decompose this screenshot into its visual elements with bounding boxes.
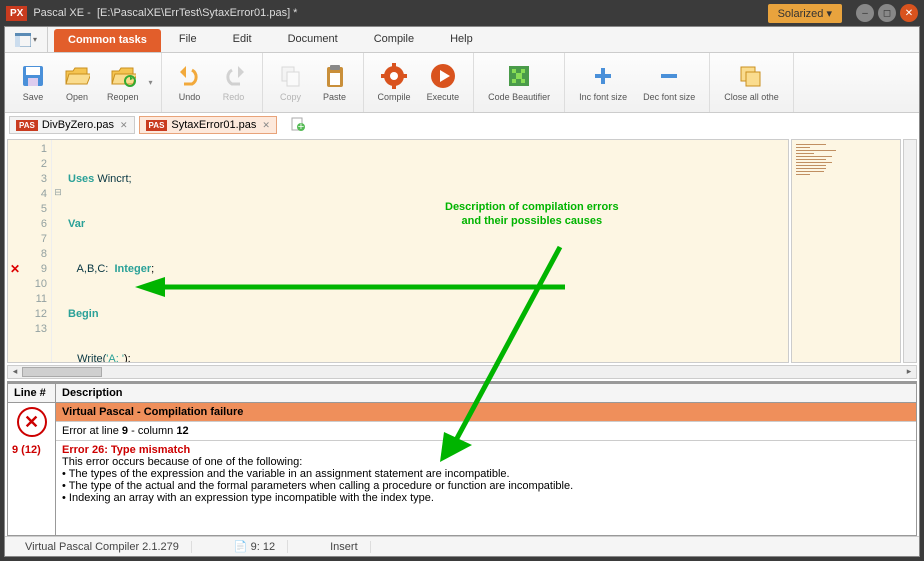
- error-gutter-icon: ✕: [10, 262, 20, 276]
- status-compiler: Virtual Pascal Compiler 2.1.279: [13, 541, 192, 553]
- status-position: 📄 9: 12: [222, 540, 288, 553]
- minimize-button[interactable]: –: [856, 4, 874, 22]
- code-beautifier-button[interactable]: Code Beautifier: [480, 60, 558, 105]
- maximize-button[interactable]: ◻: [878, 4, 896, 22]
- app-badge: PX: [6, 6, 27, 21]
- compile-button[interactable]: Compile: [370, 60, 419, 105]
- menu-help[interactable]: Help: [432, 27, 491, 52]
- dec-font-button[interactable]: Dec font size: [635, 60, 703, 105]
- file-tab-syntaxerror[interactable]: PASSytaxError01.pas✕: [139, 116, 277, 134]
- document-path: [E:\PascalXE\ErrTest\SytaxError01.pas] *: [97, 7, 768, 19]
- editor-area: ✕ 12345678910111213 ⊟ Uses Wincrt; Var A…: [5, 137, 919, 365]
- close-all-icon: [739, 65, 763, 87]
- line-gutter: 12345678910111213: [8, 140, 52, 362]
- save-button[interactable]: Save: [11, 60, 55, 105]
- play-icon: [430, 63, 456, 89]
- code-editor[interactable]: ✕ 12345678910111213 ⊟ Uses Wincrt; Var A…: [7, 139, 789, 363]
- file-tab-divbyzero[interactable]: PASDivByZero.pas✕: [9, 116, 135, 134]
- menu-document[interactable]: Document: [270, 27, 356, 52]
- code-body[interactable]: Uses Wincrt; Var A,B,C: Integer; Begin W…: [64, 140, 788, 362]
- undo-button[interactable]: Undo: [168, 60, 212, 105]
- fold-gutter: ⊟: [52, 140, 64, 362]
- paste-button[interactable]: Paste: [313, 60, 357, 105]
- menu-compile[interactable]: Compile: [356, 27, 432, 52]
- panel-toggle[interactable]: ▾: [5, 27, 48, 52]
- horizontal-scrollbar[interactable]: ◂▸: [7, 365, 917, 379]
- copy-icon: [280, 65, 302, 87]
- error-detail: Error 26: Type mismatch This error occur…: [56, 441, 916, 507]
- redo-icon: [222, 66, 246, 86]
- status-bar: Virtual Pascal Compiler 2.1.279 📄 9: 12 …: [5, 536, 919, 556]
- error-line-ref[interactable]: 9 (12): [8, 441, 55, 459]
- error-panel: Line # Description ✕ 9 (12) Virtual Pasc…: [7, 381, 917, 536]
- layout-icon: [15, 33, 31, 47]
- title-bar: PX Pascal XE - [E:\PascalXE\ErrTest\Syta…: [0, 0, 924, 26]
- open-button[interactable]: Open: [55, 60, 99, 105]
- floppy-icon: [21, 64, 45, 88]
- new-tab-icon[interactable]: +: [291, 117, 305, 134]
- tab-common-tasks[interactable]: Common tasks: [54, 29, 161, 52]
- minimap[interactable]: [791, 139, 901, 363]
- error-col-desc: Description: [56, 384, 916, 402]
- vertical-scrollbar[interactable]: [903, 139, 917, 363]
- svg-text:+: +: [298, 121, 304, 131]
- redo-button[interactable]: Redo: [212, 60, 256, 105]
- reopen-button[interactable]: Reopen: [99, 60, 147, 105]
- menu-bar: ▾ Common tasks File Edit Document Compil…: [5, 27, 919, 53]
- app-title: Pascal XE: [33, 7, 84, 19]
- inc-font-button[interactable]: Inc font size: [571, 60, 635, 105]
- folder-reopen-icon: [110, 65, 136, 87]
- error-col-line: Line #: [8, 384, 56, 402]
- gear-icon: [381, 63, 407, 89]
- toolbar: Save Open Reopen ▾ Undo Redo Copy Paste …: [5, 53, 919, 113]
- close-tab-icon[interactable]: ✕: [262, 120, 270, 131]
- close-button[interactable]: ✕: [900, 4, 918, 22]
- menu-file[interactable]: File: [161, 27, 215, 52]
- menu-edit[interactable]: Edit: [215, 27, 270, 52]
- close-tab-icon[interactable]: ✕: [120, 120, 128, 131]
- folder-open-icon: [64, 65, 90, 87]
- minus-icon: [658, 65, 680, 87]
- close-all-button[interactable]: Close all othe: [716, 60, 787, 105]
- beautifier-icon: [507, 64, 531, 88]
- status-mode: Insert: [318, 541, 371, 553]
- error-header: Virtual Pascal - Compilation failure: [56, 403, 916, 422]
- theme-selector[interactable]: Solarized ▾: [768, 4, 842, 23]
- error-location: Error at line 9 - column 12: [56, 422, 916, 441]
- paste-icon: [324, 64, 346, 88]
- annotation-text: Description of compilation errorsand the…: [445, 200, 619, 229]
- plus-icon: [592, 65, 614, 87]
- file-tabs: PASDivByZero.pas✕ PASSytaxError01.pas✕ +: [5, 113, 919, 137]
- execute-button[interactable]: Execute: [419, 60, 468, 105]
- error-icon: ✕: [17, 407, 47, 437]
- app-frame: ▾ Common tasks File Edit Document Compil…: [4, 26, 920, 557]
- copy-button[interactable]: Copy: [269, 60, 313, 105]
- undo-icon: [178, 66, 202, 86]
